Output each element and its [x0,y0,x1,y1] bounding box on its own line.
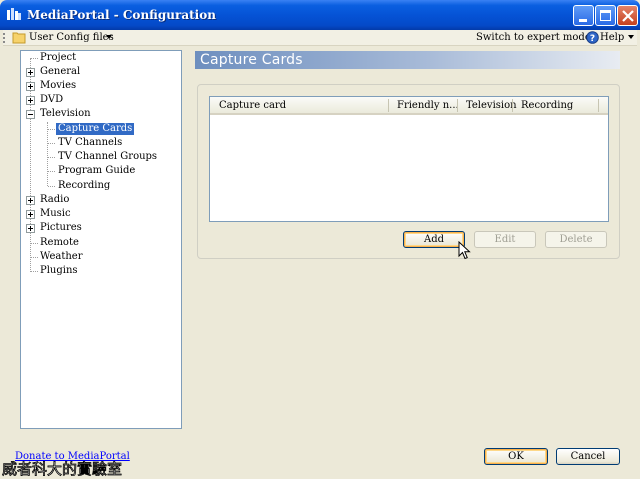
close-icon [622,10,634,22]
tree-item-plugins[interactable]: Plugins [40,265,78,277]
column-separator[interactable] [457,99,458,112]
column-separator[interactable] [598,99,599,112]
tree-line [48,186,55,187]
tree-item-recording[interactable]: Recording [58,180,110,192]
column-television[interactable]: Television [466,100,517,111]
tree-item-music[interactable]: Music [40,208,71,220]
expand-radio-icon[interactable] [26,196,35,205]
tree-item-pictures[interactable]: Pictures [40,222,82,234]
delete-button[interactable]: Delete [545,231,607,248]
tree-line [48,157,55,158]
tree-line [31,271,38,272]
column-separator[interactable] [388,99,389,112]
help-dropdown-icon [628,35,634,39]
tree-item-television[interactable]: Television [40,108,91,120]
expand-dvd-icon[interactable] [26,96,35,105]
tree-line [31,243,38,244]
mouse-cursor-icon [458,241,471,260]
tree-line-television [47,122,48,186]
tree-line [48,143,55,144]
collapse-television-icon[interactable] [26,110,35,119]
tree-item-capture-cards[interactable]: Capture Cards [56,123,135,135]
expand-general-icon[interactable] [26,68,35,77]
expert-mode-button[interactable]: Switch to expert mode [476,32,591,43]
column-friendly-name[interactable]: Friendly n... [397,100,459,111]
window-title: MediaPortal - Configuration [27,8,216,22]
tree-item-remote[interactable]: Remote [40,237,79,249]
tree-item-tv-channels[interactable]: TV Channels [58,137,122,149]
tree-item-project[interactable]: Project [40,52,76,64]
cancel-button[interactable]: Cancel [556,448,620,465]
page-title: Capture Cards [200,52,303,68]
tree-item-movies[interactable]: Movies [40,80,76,92]
tree-line [48,171,55,172]
expand-music-icon[interactable] [26,210,35,219]
column-capture-card[interactable]: Capture card [219,100,286,111]
tree-item-general[interactable]: General [40,66,80,78]
chevron-down-icon [106,35,112,39]
close-button[interactable] [617,5,638,26]
maximize-icon [600,10,611,21]
svg-text:?: ? [590,34,595,44]
tree-item-tv-channel-groups[interactable]: TV Channel Groups [58,151,157,163]
add-button[interactable]: Add [403,231,465,248]
expand-movies-icon[interactable] [26,82,35,91]
help-icon: ? [586,31,599,44]
ok-button[interactable]: OK [484,448,548,465]
maximize-button[interactable] [595,5,616,26]
expand-pictures-icon[interactable] [26,224,35,233]
toolbar-grip[interactable] [3,33,5,45]
minimize-button[interactable] [573,5,594,26]
tree-item-radio[interactable]: Radio [40,194,69,206]
column-separator[interactable] [512,99,513,112]
help-button[interactable]: Help [600,32,624,43]
tree-line [31,58,38,59]
tree-item-weather[interactable]: Weather [40,251,83,263]
tree-item-program-guide[interactable]: Program Guide [58,165,135,177]
folder-icon [12,32,26,44]
tree-line [31,257,38,258]
tree-item-dvd[interactable]: DVD [40,94,63,106]
minimize-icon [579,19,587,22]
column-recording[interactable]: Recording [521,100,573,111]
user-config-dropdown[interactable]: User Config files [29,32,114,43]
mediaportal-app-icon [7,8,21,20]
tree-line [48,129,55,130]
edit-button[interactable]: Edit [474,231,536,248]
